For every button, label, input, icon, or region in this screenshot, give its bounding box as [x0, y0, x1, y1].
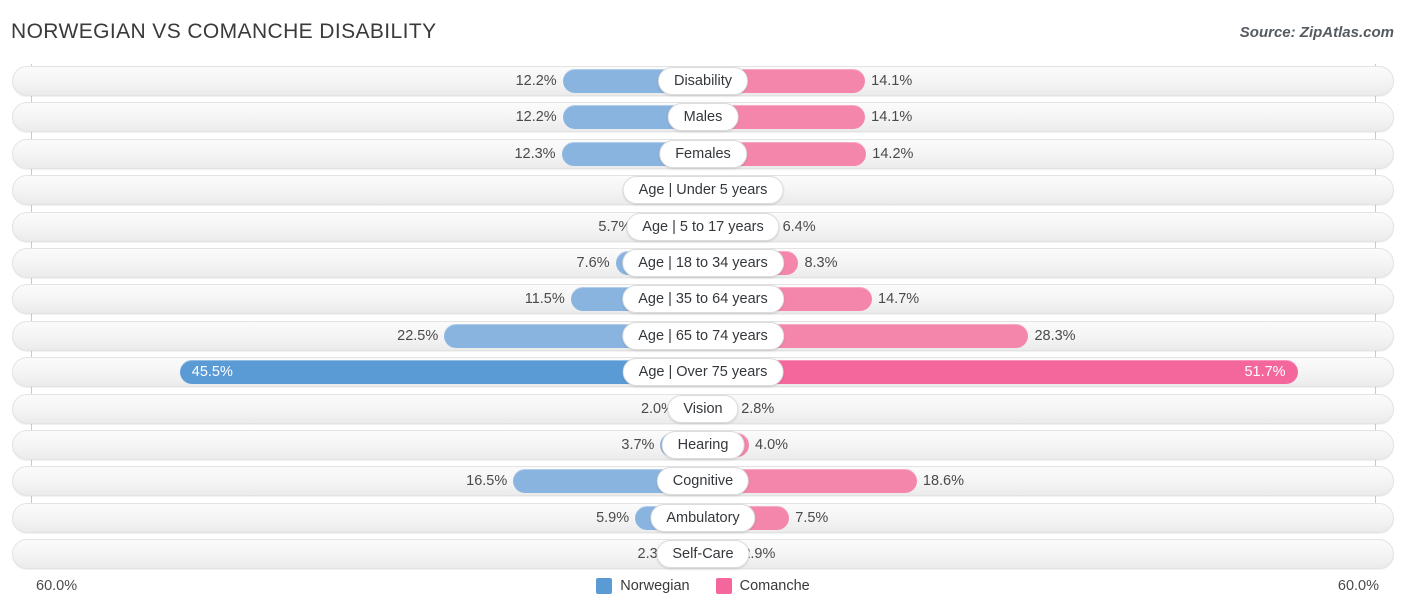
- chart-row: 2.0% 2.8% Vision: [0, 393, 1406, 424]
- value-label-norwegian: 7.6%: [576, 254, 610, 271]
- value-label-norwegian: 3.7%: [621, 436, 655, 453]
- chart-row: 11.5% 14.7% Age | 35 to 64 years: [0, 284, 1406, 315]
- row-label-pill: Disability: [657, 67, 749, 95]
- legend-item[interactable]: Comanche: [715, 578, 810, 594]
- row-label-pill: Age | 35 to 64 years: [622, 285, 784, 314]
- chart-row: 12.2% 14.1% Disability: [0, 66, 1406, 96]
- value-label-norwegian: 22.5%: [397, 327, 439, 344]
- value-label-comanche: 14.1%: [871, 109, 913, 126]
- chart-row: 5.9% 7.5% Ambulatory: [0, 502, 1406, 533]
- row-label-pill: Hearing: [661, 430, 745, 459]
- row-label-pill: Males: [667, 103, 739, 132]
- legend-label: Comanche: [739, 578, 810, 594]
- row-label-pill: Vision: [667, 394, 739, 423]
- value-label-comanche: 6.4%: [782, 218, 816, 235]
- row-label-pill: Females: [659, 139, 747, 168]
- chart-rows: 12.2% 14.1% Disability 12.2% 14.1% Males 12.3%…: [0, 66, 1406, 575]
- value-label-comanche: 4.0%: [755, 436, 789, 453]
- legend-swatch-icon: [596, 578, 613, 594]
- row-label-pill: Age | 65 to 74 years: [622, 321, 784, 350]
- value-label-comanche: 18.6%: [922, 473, 965, 490]
- chart-row: 2.3% 2.9% Self-Care: [0, 539, 1406, 570]
- value-label-norwegian: 5.9%: [596, 509, 630, 526]
- chart-page: NORWEGIAN VS COMANCHE DISABILITY Source:…: [0, 0, 1406, 612]
- chart-row: 22.5% 28.3% Age | 65 to 74 years: [0, 320, 1406, 351]
- row-label-pill: Age | Under 5 years: [622, 176, 784, 205]
- chart-row: 7.6% 8.3% Age | 18 to 34 years: [0, 247, 1406, 278]
- value-label-comanche: 28.3%: [1034, 327, 1076, 344]
- legend-item[interactable]: Norwegian: [596, 578, 690, 594]
- bar-comanche: [703, 360, 1298, 385]
- value-label-norwegian: 12.3%: [514, 145, 556, 162]
- row-label-pill: Age | 18 to 34 years: [622, 248, 784, 277]
- value-label-comanche: 2.8%: [741, 400, 775, 417]
- chart-row: 12.2% 14.1% Males: [0, 102, 1406, 133]
- value-label-comanche: 7.5%: [795, 509, 829, 526]
- value-label-norwegian: 12.2%: [515, 73, 557, 89]
- row-label-pill: Age | 5 to 17 years: [626, 212, 780, 241]
- value-label-norwegian: 12.2%: [515, 109, 557, 126]
- value-label-norwegian: 45.5%: [191, 364, 233, 381]
- chart-row: 45.5% 51.7% Age | Over 75 years: [0, 357, 1406, 388]
- chart-row: 3.7% 4.0% Hearing: [0, 429, 1406, 460]
- source-attribution: Source: ZipAtlas.com: [1239, 24, 1394, 41]
- value-label-comanche: 8.3%: [804, 254, 838, 271]
- page-title: NORWEGIAN VS COMANCHE DISABILITY: [11, 20, 437, 43]
- row-label-pill: Self-Care: [656, 540, 750, 569]
- legend-label: Norwegian: [620, 578, 690, 594]
- chart-row: 5.7% 6.4% Age | 5 to 17 years: [0, 211, 1406, 242]
- row-label-pill: Cognitive: [656, 467, 750, 496]
- chart-row: 12.3% 14.2% Females: [0, 138, 1406, 169]
- diverging-bar-chart: 12.2% 14.1% Disability 12.2% 14.1% Males 12.3%…: [0, 64, 1406, 572]
- value-label-comanche: 14.7%: [878, 291, 920, 308]
- chart-legend: Norwegian Comanche: [0, 578, 1406, 594]
- chart-row: 1.7%1.2%Age | Under 5 years: [0, 175, 1406, 206]
- chart-row: 16.5% 18.6% Cognitive: [0, 466, 1406, 497]
- value-label-norwegian: 11.5%: [524, 291, 565, 308]
- value-label-norwegian: 16.5%: [466, 473, 508, 490]
- row-label-pill: Ambulatory: [650, 503, 756, 532]
- value-label-comanche: 51.7%: [1244, 364, 1286, 381]
- legend-swatch-icon: [715, 578, 732, 594]
- value-label-comanche: 14.2%: [872, 145, 914, 162]
- row-label-pill: Age | Over 75 years: [622, 358, 784, 387]
- value-label-comanche: 14.1%: [871, 73, 913, 89]
